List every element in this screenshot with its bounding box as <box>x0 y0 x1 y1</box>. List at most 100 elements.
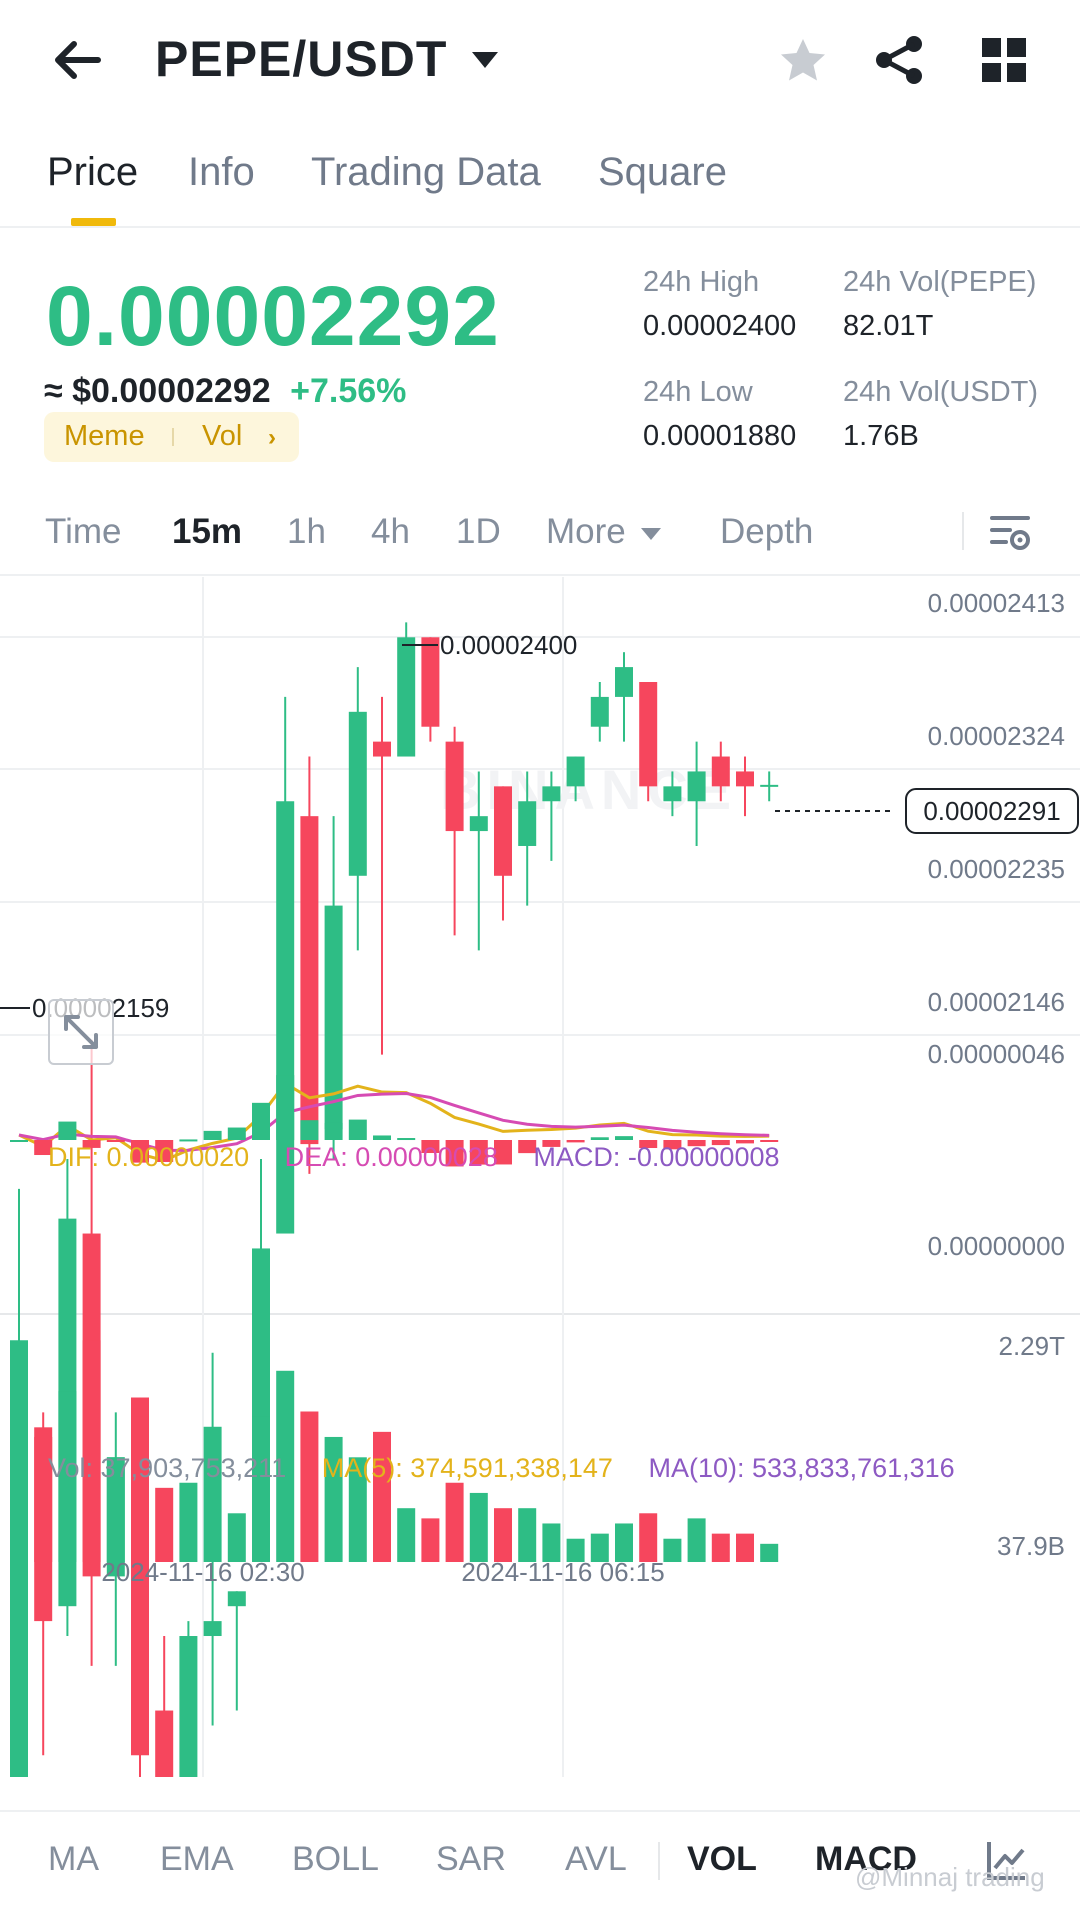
legend-dea: DEA: 0.00000028 <box>284 1142 498 1172</box>
macd-legend: DIF: 0.00000020 DEA: 0.00000028 MACD: -0… <box>48 1142 808 1173</box>
volume-bar <box>518 1508 537 1562</box>
volume-bar <box>663 1538 682 1562</box>
tab-info[interactable]: Info <box>188 150 255 195</box>
candle-body <box>542 786 561 802</box>
vol-axis-label: 37.9B <box>997 1531 1065 1561</box>
stat-24h-high-value: 0.00002400 <box>643 310 797 342</box>
interval-1d[interactable]: 1D <box>456 512 501 552</box>
volume-bar <box>736 1533 754 1562</box>
interval-bar: Time 15m 1h 4h 1D More Depth <box>0 500 1080 576</box>
volume-bar <box>397 1508 416 1562</box>
stat-24h-vol-usdt-value: 1.76B <box>843 420 919 452</box>
stat-24h-high-label: 24h High <box>643 266 760 298</box>
interval-1h[interactable]: 1h <box>287 512 326 552</box>
indicator-vol[interactable]: VOL <box>687 1840 757 1879</box>
candle-body <box>615 667 633 697</box>
time-axis-label: 2024-11-16 02:30 <box>101 1557 304 1587</box>
tab-price[interactable]: Price <box>47 150 138 195</box>
candle-body <box>711 756 730 787</box>
volume-legend: Vol: 37,903,753,211 MA(5): 374,591,338,1… <box>48 1453 983 1484</box>
candle-body <box>445 741 464 832</box>
tag-meme[interactable]: Meme <box>64 420 145 453</box>
indicator-sar[interactable]: SAR <box>436 1840 506 1879</box>
interval-depth[interactable]: Depth <box>720 512 813 552</box>
chart-area[interactable]: BINANCE 0.00002413 0.00002324 0.00002235… <box>0 577 1080 1777</box>
tab-square[interactable]: Square <box>598 150 727 195</box>
volume-panel <box>10 1340 779 1562</box>
grid-icon[interactable] <box>982 38 1026 82</box>
interval-time[interactable]: Time <box>45 512 121 552</box>
caret-down-icon[interactable] <box>640 526 662 542</box>
divider <box>658 1842 660 1880</box>
divider <box>962 512 964 550</box>
candle-body <box>397 637 416 757</box>
candle-body <box>469 816 488 832</box>
stat-24h-vol-pepe-value: 82.01T <box>843 310 934 342</box>
candlestick-chart[interactable]: BINANCE 0.00002413 0.00002324 0.00002235… <box>0 577 1080 1777</box>
time-axis-label: 2024-11-16 06:15 <box>461 1557 664 1587</box>
chart-settings-icon[interactable] <box>988 510 1032 554</box>
tab-trading-data[interactable]: Trading Data <box>311 150 541 195</box>
legend-ma10: MA(10): 533,833,761,316 <box>648 1453 955 1483</box>
volume-bar <box>155 1487 174 1562</box>
candle-body <box>203 1621 222 1637</box>
macd-histogram-bar <box>397 1138 416 1141</box>
macd-histogram-bar <box>590 1137 609 1140</box>
chevron-right-icon: › <box>268 424 276 451</box>
caret-down-icon[interactable] <box>470 48 500 72</box>
interval-4h[interactable]: 4h <box>371 512 410 552</box>
candle-body <box>179 1636 198 1777</box>
volume-bar <box>203 1426 222 1562</box>
star-icon[interactable] <box>776 34 830 88</box>
candle-body <box>518 801 537 846</box>
header: PEPE/USDT <box>0 0 1080 120</box>
expand-icon[interactable] <box>48 999 114 1065</box>
usd-price: ≈ $0.00002292 <box>44 372 271 410</box>
tags-pill[interactable]: Meme Vol › <box>44 412 299 462</box>
back-arrow-icon[interactable] <box>46 30 106 90</box>
volume-bar <box>421 1518 440 1562</box>
macd-histogram-bar <box>10 1140 28 1142</box>
candle-body <box>590 696 609 727</box>
indicator-ma[interactable]: MA <box>48 1840 99 1879</box>
high-marker: 0.00002400 <box>440 630 577 660</box>
volume-bar <box>711 1533 730 1562</box>
tag-vol[interactable]: Vol <box>202 420 242 453</box>
chart-grid <box>0 577 1080 1777</box>
indicator-boll[interactable]: BOLL <box>292 1840 379 1879</box>
volume-bar <box>131 1416 149 1562</box>
indicator-bar: MA EMA BOLL SAR AVL VOL MACD <box>0 1810 1080 1908</box>
stat-24h-vol-usdt-label: 24h Vol(USDT) <box>843 376 1039 408</box>
volume-bar <box>10 1340 28 1562</box>
volume-bar <box>227 1513 246 1562</box>
tag-divider <box>172 428 174 446</box>
volume-bar <box>82 1340 101 1562</box>
stat-24h-vol-pepe-label: 24h Vol(PEPE) <box>843 266 1037 298</box>
price-change: +7.56% <box>290 372 407 410</box>
candle-body <box>227 1591 246 1607</box>
volume-bar <box>445 1482 464 1562</box>
volume-bar <box>373 1431 391 1562</box>
macd-histogram-bar <box>252 1102 270 1140</box>
share-icon[interactable] <box>872 32 928 88</box>
macd-histogram-bar <box>227 1127 246 1140</box>
candle-body <box>421 637 440 727</box>
indicator-ema[interactable]: EMA <box>160 1840 234 1879</box>
macd-axis-label: 0.00000046 <box>928 1039 1065 1069</box>
candle-body <box>494 786 512 876</box>
macd-histogram-bar <box>203 1130 222 1140</box>
candle-body <box>373 741 391 757</box>
candle-body <box>736 771 754 787</box>
price-axis-label: 0.00002324 <box>928 721 1065 751</box>
volume-bar <box>687 1518 706 1562</box>
interval-15m[interactable]: 15m <box>172 512 242 552</box>
macd-histogram-bar <box>300 1120 319 1140</box>
pair-title[interactable]: PEPE/USDT <box>155 30 447 88</box>
interval-more[interactable]: More <box>546 512 626 552</box>
volume-bar <box>639 1513 658 1562</box>
candle-body <box>348 711 367 876</box>
candle-body <box>760 784 779 787</box>
indicator-avl[interactable]: AVL <box>565 1840 627 1879</box>
volume-bar <box>760 1543 779 1562</box>
candle-body <box>566 756 585 787</box>
